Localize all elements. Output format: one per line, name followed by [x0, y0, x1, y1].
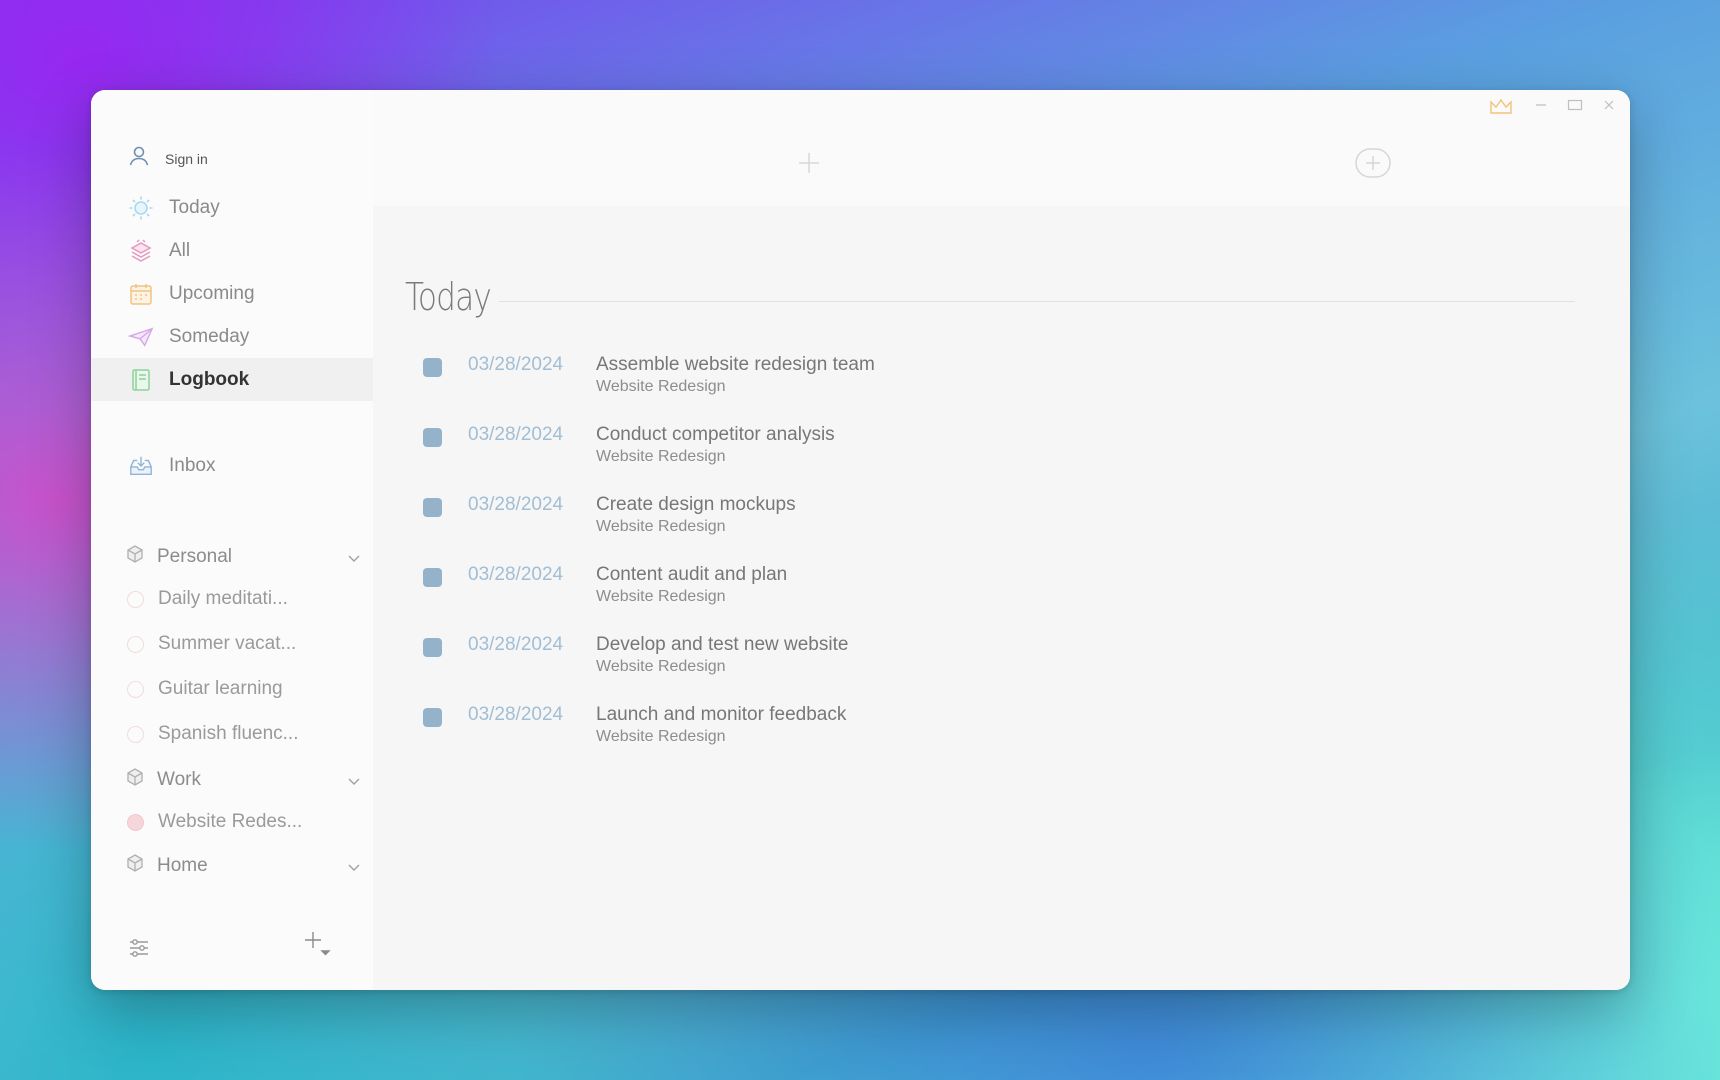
close-icon	[1604, 100, 1614, 110]
calendar-icon	[128, 281, 154, 307]
sidebar-item-label: Inbox	[169, 454, 216, 476]
task-project: Website Redesign	[596, 728, 726, 745]
minimize-icon	[1536, 104, 1546, 106]
crown-icon	[1490, 98, 1512, 114]
task-date: 03/28/2024	[468, 424, 564, 445]
project-label: Daily meditati...	[158, 588, 288, 609]
premium-button[interactable]	[1489, 98, 1513, 121]
task-checkbox[interactable]	[423, 568, 442, 587]
chevron-down-icon[interactable]	[347, 772, 361, 794]
task-date: 03/28/2024	[468, 494, 564, 515]
task-checkbox[interactable]	[423, 498, 442, 517]
add-circle-button[interactable]	[1355, 148, 1391, 183]
task-title: Content audit and plan	[596, 564, 788, 585]
maximize-button[interactable]	[1567, 98, 1583, 117]
task-title: Launch and monitor feedback	[596, 704, 847, 725]
progress-ring-icon	[127, 725, 144, 743]
stack-icon	[128, 238, 154, 264]
project-item[interactable]: Daily meditati...	[91, 579, 373, 619]
task-title: Create design mockups	[596, 494, 796, 515]
toolbar	[373, 90, 1630, 206]
progress-ring-icon	[127, 680, 144, 698]
task-project: Website Redesign	[596, 518, 726, 535]
add-list-button[interactable]	[303, 930, 335, 963]
settings-button[interactable]	[127, 936, 151, 965]
project-item[interactable]: Guitar learning	[91, 669, 373, 709]
task-project: Website Redesign	[596, 448, 726, 465]
heading-divider	[499, 301, 1575, 302]
sidebar-item-today[interactable]: Today	[91, 186, 373, 229]
app-window: Sign in Today All Upcoming Someday Logbo…	[91, 90, 1630, 990]
cube-icon	[125, 544, 145, 570]
task-row[interactable]: 03/28/2024 Develop and test new website …	[423, 632, 1323, 692]
task-date: 03/28/2024	[468, 354, 564, 375]
minimize-button[interactable]	[1534, 98, 1548, 117]
user-icon	[127, 144, 151, 173]
task-checkbox[interactable]	[423, 708, 442, 727]
task-checkbox[interactable]	[423, 638, 442, 657]
project-item[interactable]: Summer vacat...	[91, 624, 373, 664]
task-date: 03/28/2024	[468, 564, 564, 585]
cube-icon	[125, 767, 145, 793]
group-label: Personal	[157, 546, 232, 567]
project-label: Website Redes...	[158, 811, 303, 832]
plus-circle-icon	[1355, 148, 1391, 178]
project-label: Summer vacat...	[158, 633, 297, 654]
group-label: Home	[157, 855, 208, 876]
task-project: Website Redesign	[596, 658, 726, 675]
chevron-down-icon[interactable]	[347, 549, 361, 571]
sidebar-item-label: Logbook	[169, 368, 250, 390]
task-title: Assemble website redesign team	[596, 354, 875, 375]
task-title: Develop and test new website	[596, 634, 849, 655]
inbox-icon	[128, 453, 154, 479]
add-task-button[interactable]	[798, 152, 820, 179]
book-icon	[128, 367, 154, 393]
project-label: Spanish fluenc...	[158, 723, 299, 744]
maximize-icon	[1567, 99, 1583, 111]
sidebar: Sign in Today All Upcoming Someday Logbo…	[91, 90, 373, 990]
plus-icon	[799, 153, 819, 173]
close-button[interactable]	[1602, 98, 1616, 117]
sliders-icon	[127, 939, 151, 964]
task-row[interactable]: 03/28/2024 Conduct competitor analysis W…	[423, 422, 1323, 482]
group-label: Work	[157, 769, 201, 790]
sidebar-item-logbook[interactable]: Logbook	[91, 358, 373, 401]
task-row[interactable]: 03/28/2024 Content audit and plan Websit…	[423, 562, 1323, 622]
group-personal[interactable]: Personal	[91, 537, 373, 577]
sidebar-item-all[interactable]: All	[91, 229, 373, 272]
task-date: 03/28/2024	[468, 704, 564, 725]
sidebar-item-upcoming[interactable]: Upcoming	[91, 272, 373, 315]
sidebar-item-label: Upcoming	[169, 282, 255, 304]
progress-ring-icon	[127, 590, 144, 608]
task-title: Conduct competitor analysis	[596, 424, 835, 445]
paper-plane-icon	[128, 324, 154, 350]
sign-in-label: Sign in	[165, 150, 208, 167]
task-project: Website Redesign	[596, 378, 726, 395]
sidebar-item-label: Someday	[169, 325, 250, 347]
task-row[interactable]: 03/28/2024 Create design mockups Website…	[423, 492, 1323, 552]
task-checkbox[interactable]	[423, 428, 442, 447]
project-item[interactable]: Website Redes...	[91, 802, 373, 842]
sidebar-item-label: Today	[169, 196, 220, 218]
project-label: Guitar learning	[158, 678, 283, 699]
sidebar-item-someday[interactable]: Someday	[91, 315, 373, 358]
sidebar-item-inbox[interactable]: Inbox	[91, 444, 373, 487]
cube-icon	[125, 853, 145, 879]
group-work[interactable]: Work	[91, 760, 373, 800]
sidebar-item-label: All	[169, 239, 191, 261]
task-row[interactable]: 03/28/2024 Assemble website redesign tea…	[423, 352, 1323, 412]
task-row[interactable]: 03/28/2024 Launch and monitor feedback W…	[423, 702, 1323, 762]
sign-in-button[interactable]: Sign in	[127, 144, 208, 173]
project-item[interactable]: Spanish fluenc...	[91, 714, 373, 754]
page-title: Today	[405, 275, 492, 319]
progress-ring-icon	[127, 635, 144, 653]
task-project: Website Redesign	[596, 588, 726, 605]
plus-dropdown-icon	[303, 932, 335, 962]
group-home[interactable]: Home	[91, 846, 373, 886]
sun-icon	[128, 195, 154, 221]
task-checkbox[interactable]	[423, 358, 442, 377]
chevron-down-icon[interactable]	[347, 858, 361, 880]
task-date: 03/28/2024	[468, 634, 564, 655]
progress-ring-icon	[127, 813, 144, 831]
